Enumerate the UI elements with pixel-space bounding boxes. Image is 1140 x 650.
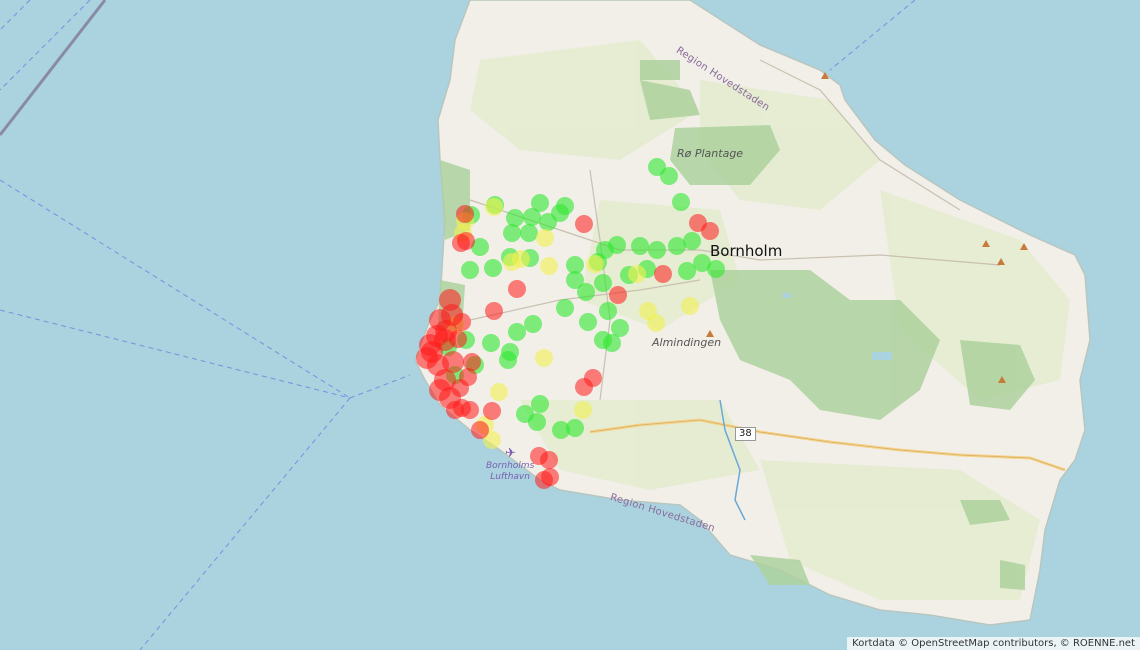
map-marker-yellow[interactable]	[586, 255, 604, 273]
map-canvas[interactable]: ✈	[0, 0, 1140, 650]
map-marker-green[interactable]	[531, 395, 549, 413]
map-marker-green[interactable]	[506, 209, 524, 227]
map-marker-red[interactable]	[535, 471, 553, 489]
map-marker-red[interactable]	[654, 265, 672, 283]
map-marker-green[interactable]	[594, 274, 612, 292]
map-marker-green[interactable]	[484, 259, 502, 277]
map-marker-green[interactable]	[683, 232, 701, 250]
map-marker-red[interactable]	[575, 378, 593, 396]
map-marker-yellow[interactable]	[681, 297, 699, 315]
map-marker-green[interactable]	[482, 334, 500, 352]
map-marker-red[interactable]	[575, 215, 593, 233]
map-marker-yellow[interactable]	[512, 250, 530, 268]
map-marker-green[interactable]	[566, 419, 584, 437]
map-marker-green[interactable]	[660, 167, 678, 185]
map-marker-red[interactable]	[701, 222, 719, 240]
map-marker-red[interactable]	[485, 302, 503, 320]
map-marker-green[interactable]	[523, 208, 541, 226]
map-marker-yellow[interactable]	[490, 383, 508, 401]
map-marker-yellow[interactable]	[647, 314, 665, 332]
map-marker-red[interactable]	[471, 421, 489, 439]
map-marker-red[interactable]	[540, 451, 558, 469]
map-marker-green[interactable]	[556, 299, 574, 317]
map-marker-green[interactable]	[672, 193, 690, 211]
map-marker-green[interactable]	[608, 236, 626, 254]
map-marker-yellow[interactable]	[628, 265, 646, 283]
map-marker-yellow[interactable]	[535, 349, 553, 367]
map-marker-red[interactable]	[456, 205, 474, 223]
map-marker-red[interactable]	[452, 234, 470, 252]
map-marker-yellow[interactable]	[536, 229, 554, 247]
map-marker-green[interactable]	[528, 413, 546, 431]
map-marker-yellow[interactable]	[540, 257, 558, 275]
map-marker-red[interactable]	[609, 286, 627, 304]
map-marker-yellow[interactable]	[574, 401, 592, 419]
map-attribution[interactable]: Kortdata © OpenStreetMap contributors, ©…	[847, 637, 1140, 650]
map-marker-red[interactable]	[426, 325, 448, 347]
map-marker-green[interactable]	[599, 302, 617, 320]
map-marker-red[interactable]	[483, 402, 501, 420]
map-marker-green[interactable]	[524, 315, 542, 333]
map-marker-green[interactable]	[461, 261, 479, 279]
map-marker-green[interactable]	[566, 271, 584, 289]
map-marker-red[interactable]	[459, 368, 477, 386]
airport-icon: ✈	[505, 446, 516, 461]
map-marker-green[interactable]	[693, 254, 711, 272]
map-marker-green[interactable]	[631, 237, 649, 255]
map-marker-green[interactable]	[503, 224, 521, 242]
map-marker-green[interactable]	[499, 351, 517, 369]
map-marker-red[interactable]	[461, 401, 479, 419]
map-marker-green[interactable]	[648, 241, 666, 259]
map-marker-green[interactable]	[579, 313, 597, 331]
map-marker-green[interactable]	[594, 331, 612, 349]
map-marker-red[interactable]	[429, 379, 451, 401]
road-number-shield: 38	[735, 427, 756, 441]
map-marker-yellow[interactable]	[485, 198, 503, 216]
map-marker-red[interactable]	[442, 351, 464, 373]
map-marker-red[interactable]	[508, 280, 526, 298]
map-marker-green[interactable]	[520, 224, 538, 242]
map-marker-green[interactable]	[551, 204, 569, 222]
map-marker-green[interactable]	[508, 323, 526, 341]
